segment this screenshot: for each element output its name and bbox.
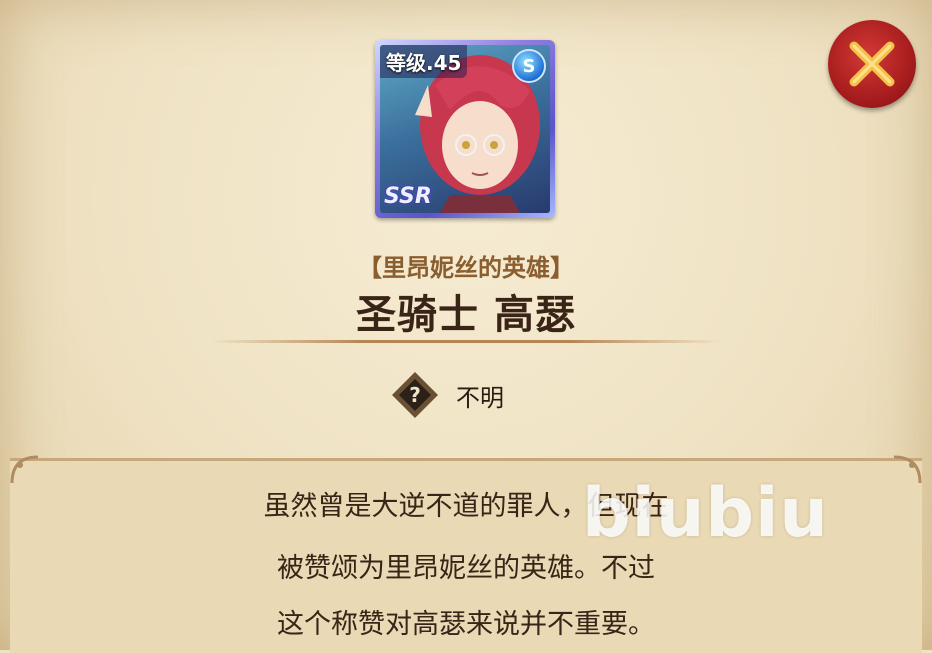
hero-name: 圣骑士 高瑟	[356, 292, 576, 338]
watermark: biubiu	[582, 474, 829, 553]
svg-text:?: ?	[409, 383, 421, 407]
attribute-row: ? 不明	[390, 370, 504, 420]
hero-card[interactable]: 等级.45 S SSR	[375, 40, 555, 218]
hero-portrait: 等级.45 S SSR	[380, 45, 550, 213]
close-button[interactable]	[828, 20, 916, 108]
description-line: 这个称赞对高瑟来说并不重要。	[277, 609, 655, 640]
close-x-icon	[849, 41, 895, 87]
hero-subtitle: 【里昂妮丝的英雄】	[358, 254, 574, 282]
unknown-question-icon: ?	[392, 372, 438, 418]
title-divider	[210, 340, 722, 343]
panel-corner-ornament-left	[10, 455, 39, 484]
attribute-label: 不明	[456, 383, 504, 412]
rarity-badge: SSR	[384, 184, 432, 209]
hero-level: 等级.45	[380, 45, 468, 78]
panel-corner-ornament-right	[893, 455, 922, 484]
speed-attribute-icon: S	[512, 49, 546, 83]
